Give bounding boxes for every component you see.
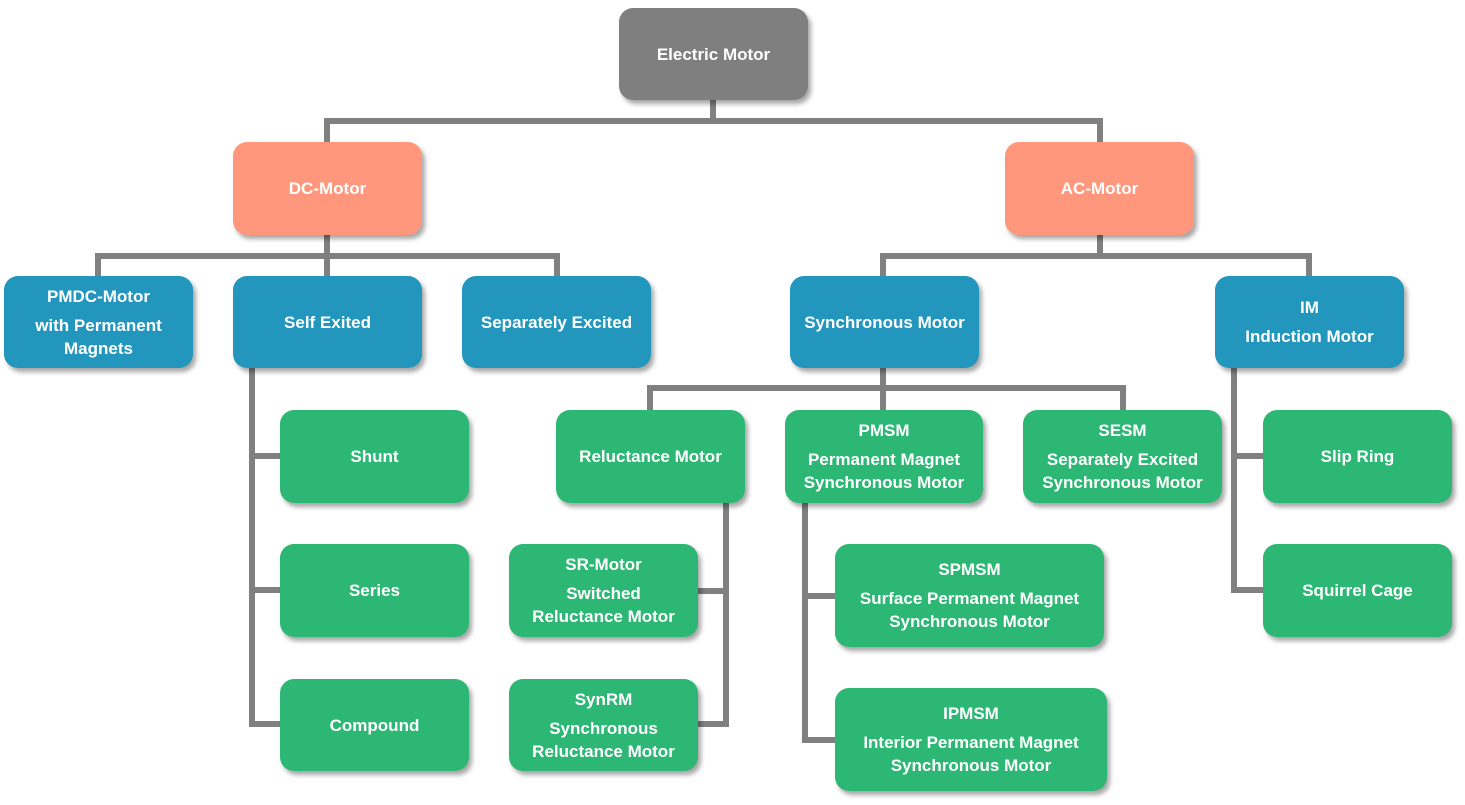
connector-pmsm-to-children [802, 500, 838, 743]
node-synrm: SynRM Synchronous Reluctance Motor [509, 679, 698, 771]
node-subtitle: Permanent Magnet Synchronous Motor [803, 450, 965, 492]
node-title: IPMSM [943, 704, 999, 723]
node-label: DC-Motor [288, 179, 367, 198]
node-subtitle: Synchronous Reluctance Motor [532, 718, 675, 761]
node-label: Self Exited [284, 312, 371, 332]
node-self-exited: Self Exited [233, 276, 422, 368]
node-squirrel-cage: Squirrel Cage [1263, 544, 1452, 637]
connector-self-excited-to-children [249, 365, 283, 727]
node-label: Shunt [350, 447, 399, 466]
connector-lines [95, 97, 1312, 743]
node-subtitle: with Permanent Magnets [35, 315, 162, 358]
node-label: Reluctance Motor [579, 447, 722, 466]
node-slip-ring: Slip Ring [1263, 410, 1452, 503]
node-ipmsm: IPMSM Interior Permanent Magnet Synchron… [835, 688, 1107, 791]
node-label: Electric Motor [656, 44, 771, 64]
node-label: AC-Motor [1060, 179, 1139, 198]
node-label: Separately Excited [480, 312, 633, 332]
node-subtitle: Surface Permanent Magnet Synchronous Mot… [859, 589, 1080, 631]
node-sesm: SESM Separately Excited Synchronous Moto… [1023, 410, 1222, 503]
node-dc-motor: DC-Motor [233, 142, 422, 235]
node-electric-motor: Electric Motor [619, 8, 808, 100]
node-title: SESM [1098, 421, 1147, 440]
node-label: Squirrel Cage [1302, 581, 1413, 600]
node-title: SR-Motor [565, 555, 642, 574]
node-series: Series [280, 544, 469, 637]
connector-reluctance-to-children [695, 500, 729, 727]
node-reluctance-motor: Reluctance Motor [556, 410, 745, 503]
node-title: SynRM [574, 689, 633, 709]
node-label: Synchronous Motor [804, 312, 965, 332]
connector-ac-to-children [880, 232, 1312, 279]
node-title: PMDC-Motor [47, 286, 150, 306]
node-title: IM [1300, 298, 1319, 317]
node-label: Compound [329, 715, 420, 735]
node-title: PMSM [858, 421, 910, 440]
node-shunt: Shunt [280, 410, 469, 503]
node-title: SPMSM [938, 560, 1001, 579]
node-subtitle: Switched Reluctance Motor [532, 584, 675, 626]
connector-root-to-l1 [324, 97, 1103, 145]
node-label: Slip Ring [1320, 447, 1395, 466]
node-pmdc-motor: PMDC-Motor with Permanent Magnets [4, 276, 193, 368]
node-synchronous-motor: Synchronous Motor [790, 276, 979, 368]
node-pmsm: PMSM Permanent Magnet Synchronous Motor [785, 410, 983, 503]
node-subtitle: Interior Permanent Magnet Synchronous Mo… [863, 733, 1079, 775]
connector-dc-to-children [95, 232, 560, 279]
node-subtitle: Induction Motor [1245, 327, 1374, 346]
node-spmsm: SPMSM Surface Permanent Magnet Synchrono… [835, 544, 1104, 647]
node-subtitle: Separately Excited Synchronous Motor [1042, 450, 1203, 492]
node-sr-motor: SR-Motor Switched Reluctance Motor [509, 544, 698, 637]
connector-synchronous-to-children [647, 365, 1126, 413]
node-induction-motor: IM Induction Motor [1215, 276, 1404, 368]
node-ac-motor: AC-Motor [1005, 142, 1194, 235]
node-compound: Compound [280, 679, 469, 771]
connector-im-to-children [1231, 365, 1266, 593]
node-separately-excited: Separately Excited [462, 276, 651, 368]
node-label: Series [348, 581, 401, 600]
